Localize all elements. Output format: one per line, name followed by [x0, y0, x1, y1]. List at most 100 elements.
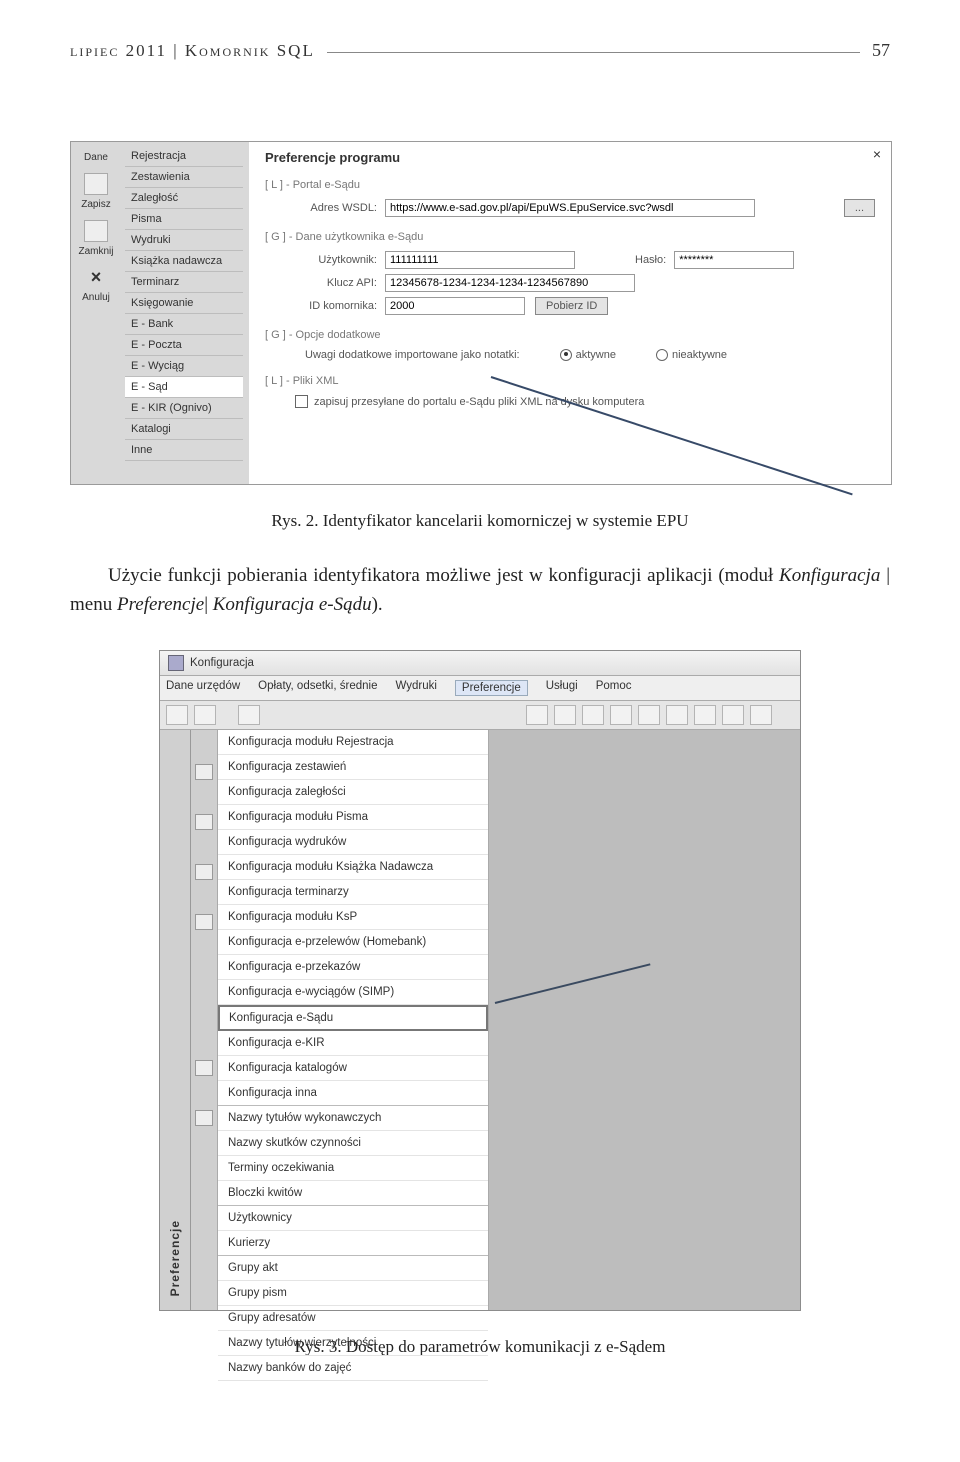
window-close-icon[interactable]: × — [873, 146, 881, 162]
menu-item[interactable]: E - Poczta — [125, 335, 243, 356]
dd-item[interactable]: Konfiguracja modułu Pisma — [218, 805, 488, 830]
menu-item[interactable]: Rejestracja — [125, 146, 243, 167]
save-xml-checkbox[interactable] — [295, 395, 308, 408]
toolbar-icon[interactable] — [638, 705, 660, 725]
dd-item[interactable]: Nazwy skutków czynności — [218, 1131, 488, 1156]
save-xml-label: zapisuj przesyłane do portalu e-Sądu pli… — [314, 396, 644, 408]
dd-item[interactable]: Konfiguracja zaległości — [218, 780, 488, 805]
para-text: | — [204, 594, 213, 615]
panel-title: Preferencje programu — [265, 150, 875, 165]
menu-item-selected[interactable]: Preferencje — [455, 680, 528, 696]
menu-item[interactable]: Zaległość — [125, 188, 243, 209]
screenshot-config-menu: Konfiguracja Dane urzędów Opłaty, odsetk… — [159, 650, 801, 1311]
dd-item[interactable]: Grupy adresatów — [218, 1306, 488, 1331]
menu-item[interactable]: Wydruki — [125, 230, 243, 251]
window-titlebar: Konfiguracja — [160, 651, 800, 676]
save-label: Zapisz — [71, 199, 121, 210]
dd-item[interactable]: Nazwy tytułów wykonawczych — [218, 1106, 488, 1131]
menu-item[interactable]: Książka nadawcza — [125, 251, 243, 272]
menu-item[interactable]: Inne — [125, 440, 243, 461]
app-icon — [168, 655, 184, 671]
dd-item[interactable]: Bloczki kwitów — [218, 1181, 488, 1206]
notes-import-label: Uwagi dodatkowe importowane jako notatki… — [305, 349, 520, 361]
dd-item[interactable]: Konfiguracja e-wyciągów (SIMP) — [218, 980, 488, 1005]
para-italic: Preferencje — [117, 594, 204, 615]
dd-item[interactable]: Terminy oczekiwania — [218, 1156, 488, 1181]
dd-item[interactable]: Konfiguracja wydruków — [218, 830, 488, 855]
password-input[interactable] — [674, 251, 794, 269]
id-input[interactable] — [385, 297, 525, 315]
main-menubar: Dane urzędów Opłaty, odsetki, średnie Wy… — [160, 676, 800, 701]
fetch-id-button[interactable]: Pobierz ID — [535, 297, 608, 315]
menu-item[interactable]: Katalogi — [125, 419, 243, 440]
menu-item[interactable]: Opłaty, odsetki, średnie — [258, 680, 377, 696]
col-icon — [195, 1110, 213, 1126]
save-icon[interactable] — [84, 173, 108, 195]
para-italic: Konfiguracja — [779, 565, 880, 586]
dd-item[interactable]: Nazwy banków do zajęć — [218, 1356, 488, 1381]
wsdl-browse-button[interactable]: ... — [844, 199, 875, 217]
radio-inactive[interactable] — [656, 349, 668, 361]
dd-item[interactable]: Konfiguracja modułu Książka Nadawcza — [218, 855, 488, 880]
dd-item[interactable]: Konfiguracja modułu KsP — [218, 905, 488, 930]
dd-item[interactable]: Konfiguracja terminarzy — [218, 880, 488, 905]
close-icon[interactable] — [84, 220, 108, 242]
toolbar-icon[interactable] — [666, 705, 688, 725]
toolbar-icon[interactable] — [694, 705, 716, 725]
toolbar-icon[interactable] — [238, 705, 260, 725]
dd-item[interactable]: Grupy pism — [218, 1281, 488, 1306]
menu-item-selected[interactable]: E - Sąd — [125, 377, 243, 398]
wsdl-input[interactable] — [385, 199, 755, 217]
apikey-input[interactable] — [385, 274, 635, 292]
menu-item[interactable]: Usługi — [546, 680, 578, 696]
wsdl-label: Adres WSDL: — [265, 202, 385, 214]
dd-item[interactable]: Konfiguracja e-KIR — [218, 1031, 488, 1056]
dd-item[interactable]: Konfiguracja katalogów — [218, 1056, 488, 1081]
dd-item[interactable]: Kurierzy — [218, 1231, 488, 1256]
dd-item[interactable]: Konfiguracja inna — [218, 1081, 488, 1106]
col-icon — [195, 814, 213, 830]
user-input[interactable] — [385, 251, 575, 269]
menu-item[interactable]: Pisma — [125, 209, 243, 230]
toolbar-icon[interactable] — [582, 705, 604, 725]
para-text: ). — [372, 594, 383, 615]
para-text: Użycie funkcji pobierania identyfikatora… — [108, 565, 779, 586]
cancel-icon[interactable]: × — [71, 267, 121, 288]
menu-item[interactable]: Wydruki — [395, 680, 436, 696]
toolbar-icon[interactable] — [750, 705, 772, 725]
window-title: Konfiguracja — [190, 657, 254, 669]
dd-item[interactable]: Użytkownicy — [218, 1206, 488, 1231]
toolbar-icon[interactable] — [526, 705, 548, 725]
icon-column — [191, 730, 218, 1310]
dd-item[interactable]: Grupy akt — [218, 1256, 488, 1281]
password-label: Hasło: — [635, 254, 666, 266]
header-page: 57 — [872, 40, 890, 61]
toolbar-icon[interactable] — [610, 705, 632, 725]
group-user: [ G ] - Dane użytkownika e-Sądu — [265, 231, 875, 243]
dd-item[interactable]: Konfiguracja e-przelewów (Homebank) — [218, 930, 488, 955]
menu-item[interactable]: Dane urzędów — [166, 680, 240, 696]
menu-item[interactable]: Zestawienia — [125, 167, 243, 188]
menu-item[interactable]: E - KIR (Ognivo) — [125, 398, 243, 419]
toolbar-icon[interactable] — [554, 705, 576, 725]
group-xml: [ L ] - Pliki XML — [265, 375, 875, 387]
cancel-label: Anuluj — [71, 292, 121, 303]
col-icon — [195, 764, 213, 780]
radio-active[interactable] — [560, 349, 572, 361]
preferences-content: × Preferencje programu [ L ] - Portal e-… — [249, 142, 891, 484]
menu-item[interactable]: Pomoc — [596, 680, 632, 696]
toolbar-icon[interactable] — [722, 705, 744, 725]
dd-item[interactable]: Konfiguracja zestawień — [218, 755, 488, 780]
dd-item-selected[interactable]: Konfiguracja e-Sądu — [218, 1005, 488, 1031]
menu-item[interactable]: E - Wyciąg — [125, 356, 243, 377]
menu-item[interactable]: Terminarz — [125, 272, 243, 293]
menu-item[interactable]: Księgowanie — [125, 293, 243, 314]
menu-item[interactable]: E - Bank — [125, 314, 243, 335]
dd-item[interactable]: Nazwy tytułów wierzytelności — [218, 1331, 488, 1356]
toolbar-icon[interactable] — [194, 705, 216, 725]
dd-item[interactable]: Konfiguracja modułu Rejestracja — [218, 730, 488, 755]
side-tab[interactable]: Preferencje — [160, 730, 191, 1310]
body-paragraph: Użycie funkcji pobierania identyfikatora… — [70, 561, 890, 620]
dd-item[interactable]: Konfiguracja e-przekazów — [218, 955, 488, 980]
toolbar-icon[interactable] — [166, 705, 188, 725]
